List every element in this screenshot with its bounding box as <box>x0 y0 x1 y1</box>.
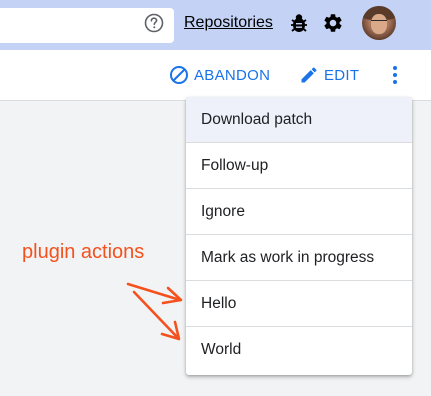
menu-item-follow-up[interactable]: Follow-up <box>186 143 412 189</box>
edit-button[interactable]: EDIT <box>299 64 359 86</box>
menu-item-mark-wip[interactable]: Mark as work in progress <box>186 235 412 281</box>
action-bar: ABANDON EDIT <box>0 50 431 101</box>
bug-icon[interactable] <box>289 12 309 34</box>
overflow-menu: Download patch Follow-up Ignore Mark as … <box>186 97 412 375</box>
edit-label: EDIT <box>324 66 360 84</box>
menu-item-world[interactable]: World <box>186 327 412 373</box>
help-icon[interactable] <box>144 13 164 33</box>
gear-icon[interactable] <box>322 12 344 34</box>
abandon-button[interactable]: ABANDON <box>169 64 270 86</box>
menu-item-hello[interactable]: Hello <box>186 281 412 327</box>
menu-item-download-patch[interactable]: Download patch <box>186 97 412 143</box>
pencil-icon <box>301 67 317 83</box>
avatar[interactable] <box>362 6 396 40</box>
menu-item-ignore[interactable]: Ignore <box>186 189 412 235</box>
more-vert-icon[interactable] <box>385 64 405 86</box>
abandon-label: ABANDON <box>194 66 271 84</box>
annotation-text: plugin actions <box>22 241 145 263</box>
block-icon <box>170 66 188 84</box>
top-header: Repositories <box>0 0 431 50</box>
repositories-link[interactable]: Repositories <box>184 13 273 33</box>
